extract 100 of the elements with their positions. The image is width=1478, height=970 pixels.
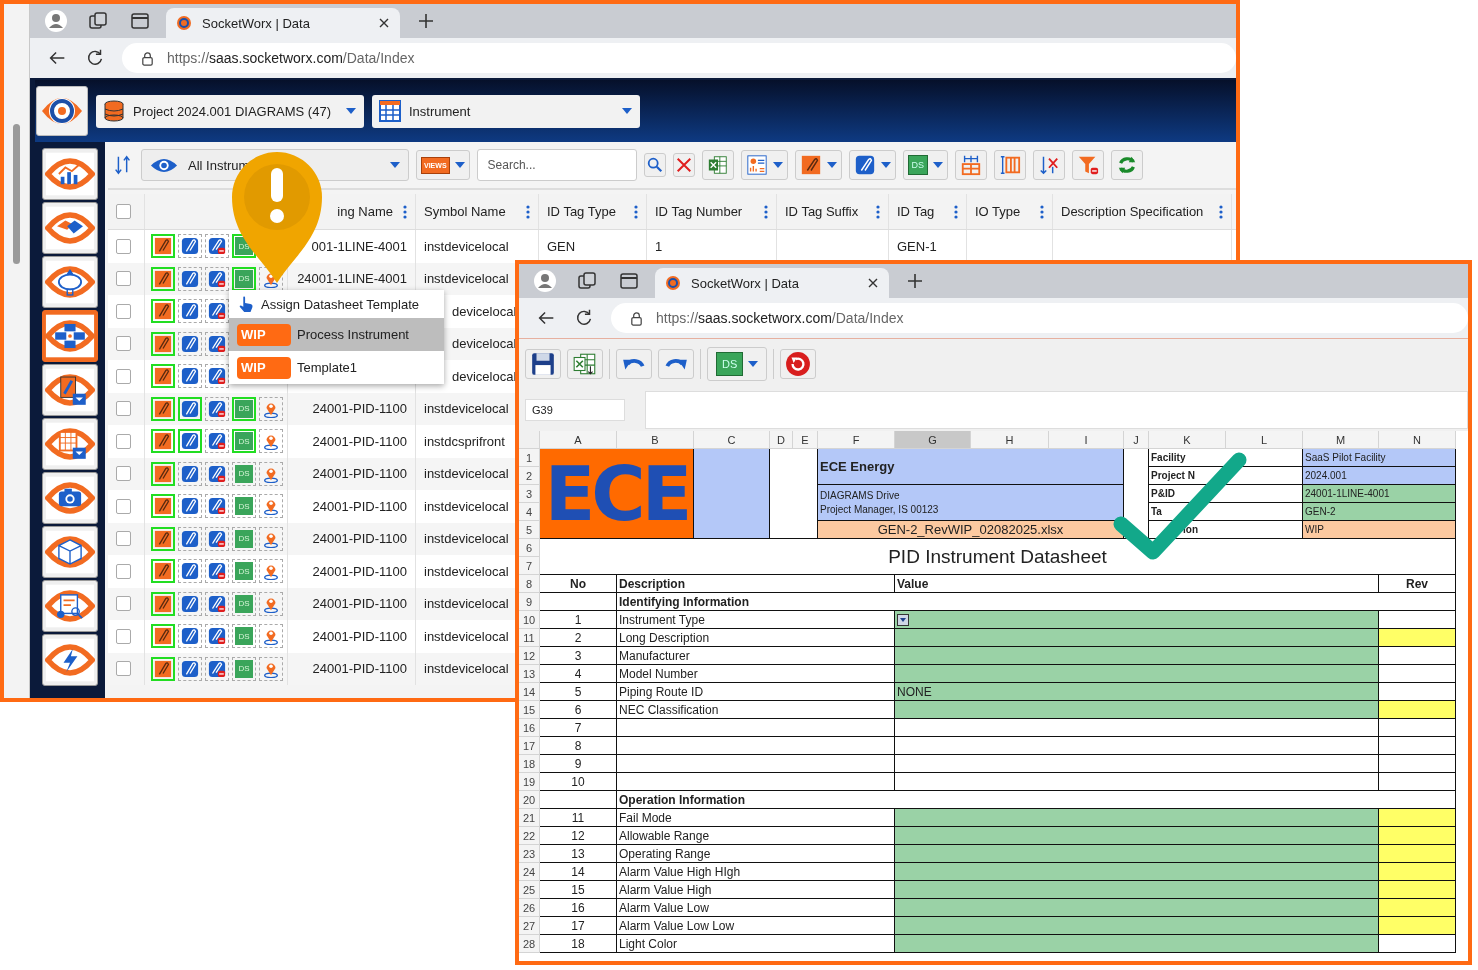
sidebar-button[interactable] (42, 364, 98, 416)
menu-item[interactable]: WIP Process Instrument (229, 318, 444, 351)
row-header[interactable]: 2 (519, 467, 540, 485)
file-attach-button[interactable] (151, 234, 175, 259)
detach-button[interactable] (205, 624, 229, 649)
attach-button[interactable] (178, 559, 202, 584)
attach-button[interactable] (178, 591, 202, 616)
attach-button[interactable] (178, 429, 202, 454)
detach-button[interactable] (205, 429, 229, 454)
reset-button[interactable] (780, 349, 817, 379)
sidebar-button[interactable] (42, 580, 98, 632)
checkbox[interactable] (116, 204, 131, 219)
attach-button[interactable] (178, 526, 202, 551)
attach-button[interactable] (178, 624, 202, 649)
value-cell[interactable] (895, 863, 1379, 881)
file-attach-button[interactable] (151, 624, 175, 649)
value-cell[interactable] (895, 899, 1379, 917)
column-header[interactable]: Symbol Name (424, 204, 506, 219)
row-header[interactable]: 17 (519, 737, 540, 755)
file-attach-button[interactable] (794, 150, 842, 180)
file-attach-button[interactable] (151, 331, 175, 356)
location-button[interactable] (259, 559, 283, 584)
column-header[interactable]: C (694, 431, 770, 449)
column-header[interactable]: E (793, 431, 818, 449)
detach-button[interactable] (205, 656, 229, 681)
rev-cell[interactable] (1379, 665, 1456, 683)
attach-button[interactable] (848, 150, 896, 180)
column-menu-icon[interactable] (764, 204, 768, 219)
attach-button[interactable] (178, 656, 202, 681)
row-header[interactable]: 6 (519, 539, 540, 557)
row-header[interactable]: 3 (519, 485, 540, 503)
columns-button[interactable] (955, 150, 988, 180)
value-cell[interactable] (895, 701, 1379, 719)
location-button[interactable] (259, 429, 283, 454)
value-cell[interactable] (895, 719, 1379, 737)
rev-cell[interactable] (1379, 647, 1456, 665)
row-header[interactable]: 11 (519, 629, 540, 647)
rev-cell[interactable] (1379, 773, 1456, 791)
search-field[interactable]: Search... (476, 149, 637, 181)
checkbox[interactable] (116, 661, 131, 677)
rev-cell[interactable] (1379, 899, 1456, 917)
menu-item[interactable]: Assign Datasheet Template (229, 290, 444, 318)
row-header[interactable]: 22 (519, 827, 540, 845)
attach-button[interactable] (178, 266, 202, 291)
value-cell[interactable] (895, 827, 1379, 845)
column-header[interactable]: I (1049, 431, 1124, 449)
detach-button[interactable] (205, 331, 229, 356)
file-attach-button[interactable] (151, 266, 175, 291)
project-dropdown[interactable]: Project 2024.001 DIAGRAMS (47) (96, 94, 364, 128)
attach-button[interactable] (178, 461, 202, 486)
undo-button[interactable] (616, 349, 652, 379)
detach-button[interactable] (205, 559, 229, 584)
close-icon[interactable] (867, 277, 879, 289)
column-header[interactable]: F (818, 431, 895, 449)
value-cell[interactable] (895, 935, 1379, 953)
column-header[interactable]: ID Tag Type (547, 204, 616, 219)
file-attach-button[interactable] (151, 299, 175, 324)
location-button[interactable] (259, 624, 283, 649)
value-cell[interactable] (895, 773, 1379, 791)
row-header[interactable]: 4 (519, 503, 540, 521)
column-header[interactable]: H (971, 431, 1049, 449)
column-menu-icon[interactable] (526, 204, 530, 219)
detach-button[interactable] (205, 396, 229, 421)
sidebar-button[interactable] (42, 148, 98, 200)
value-cell[interactable] (895, 647, 1379, 665)
attach-button[interactable] (178, 494, 202, 519)
redo-button[interactable] (658, 349, 694, 379)
row-header[interactable]: 13 (519, 665, 540, 683)
column-menu-icon[interactable] (876, 204, 880, 219)
row-header[interactable]: 28 (519, 935, 540, 953)
value-cell[interactable] (895, 629, 1379, 647)
row-header[interactable]: 24 (519, 863, 540, 881)
value-cell[interactable] (895, 611, 1379, 629)
checkbox[interactable] (116, 596, 131, 612)
rev-cell[interactable] (1379, 917, 1456, 935)
row-header[interactable]: 19 (519, 773, 540, 791)
column-header[interactable]: B (617, 431, 694, 449)
clear-filter-button[interactable] (1072, 150, 1105, 180)
sidebar-button[interactable] (42, 202, 98, 254)
sidebar-button[interactable] (42, 526, 98, 578)
row-header[interactable]: 20 (519, 791, 540, 809)
detach-button[interactable] (205, 299, 229, 324)
column-menu-icon[interactable] (954, 204, 958, 219)
column-header[interactable]: J (1124, 431, 1149, 449)
file-attach-button[interactable] (151, 461, 175, 486)
profile-icon[interactable] (44, 9, 68, 33)
rev-cell[interactable] (1379, 881, 1456, 899)
location-button[interactable] (259, 656, 283, 681)
checkbox[interactable] (116, 303, 131, 319)
checkbox[interactable] (116, 238, 131, 254)
detach-button[interactable] (205, 266, 229, 291)
checkbox[interactable] (116, 498, 131, 514)
detach-button[interactable] (205, 234, 229, 259)
row-header[interactable]: 12 (519, 647, 540, 665)
rev-cell[interactable] (1379, 845, 1456, 863)
address-field[interactable]: https://saas.socketworx.com/Data/Index (611, 303, 1468, 333)
detach-button[interactable] (205, 461, 229, 486)
rev-cell[interactable] (1379, 827, 1456, 845)
row-header[interactable]: 18 (519, 755, 540, 773)
dropdown-icon[interactable] (897, 613, 909, 626)
